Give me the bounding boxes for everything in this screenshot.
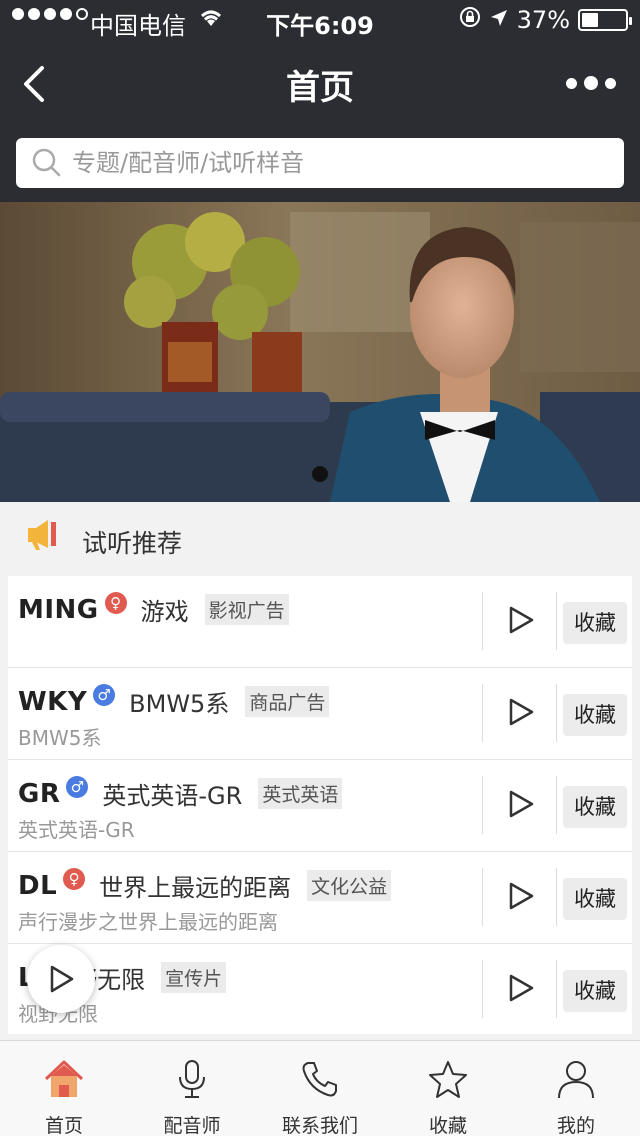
play-icon[interactable] (506, 788, 536, 820)
tab-label: 首页 (44, 1115, 83, 1136)
tab-label: 收藏 (428, 1115, 467, 1136)
search-icon (32, 148, 61, 177)
voice-artist-name[interactable]: DL (18, 871, 57, 901)
orientation-lock-icon (459, 6, 481, 34)
favorite-button[interactable]: 收藏 (563, 694, 627, 736)
work-title: 世界上最远的距离 (99, 874, 292, 902)
list-item[interactable]: GR ♂ 英式英语-GR 英式英语 英式英语-GR 收藏 (8, 760, 632, 852)
tab-microphone[interactable]: 配音师 (128, 1041, 256, 1136)
male-icon: ♂ (66, 775, 89, 798)
work-subtitle: 英式英语-GR (18, 818, 135, 842)
list-item[interactable]: DL ♀ 世界上最远的距离 文化公益声行漫步之世界上最远的距离 收藏 (8, 852, 632, 944)
voice-artist-name[interactable]: WKY (18, 687, 87, 717)
divider (482, 592, 483, 650)
divider (556, 776, 557, 834)
favorite-button[interactable]: 收藏 (563, 878, 627, 920)
search-area (0, 128, 640, 202)
phone-icon (302, 1062, 337, 1097)
category-tag: 宣传片 (161, 962, 227, 993)
tab-label: 联系我们 (281, 1115, 358, 1136)
play-icon[interactable] (506, 696, 536, 728)
male-icon: ♂ (93, 683, 116, 706)
banner-image[interactable] (0, 202, 640, 502)
divider (482, 776, 483, 834)
section-header: 试听推荐 (0, 502, 640, 576)
category-tag: 商品广告 (245, 686, 330, 717)
star-icon (429, 1061, 467, 1098)
list-item[interactable]: WKY ♂ BMW5系 商品广告 BMW5系 收藏 (8, 668, 632, 760)
tab-home[interactable]: 首页 (0, 1041, 128, 1136)
divider (556, 868, 557, 926)
list-item[interactable]: L视野无限宣传片视野无限收藏 (8, 944, 632, 1034)
divider (482, 960, 483, 1018)
page-title: 首页 (286, 68, 354, 108)
voice-artist-name[interactable]: GR (18, 779, 60, 809)
tab-star[interactable]: 收藏 (384, 1041, 512, 1136)
status-bar: 中国电信 下午6:09 37% (0, 0, 640, 40)
battery-percent: 37% (516, 6, 570, 34)
more-button[interactable] (566, 76, 616, 90)
play-icon[interactable] (506, 604, 536, 636)
favorite-button[interactable]: 收藏 (563, 970, 627, 1012)
carousel-indicator[interactable] (312, 466, 328, 482)
female-icon: ♀ (104, 591, 127, 614)
play-icon[interactable] (506, 880, 536, 912)
divider (556, 960, 557, 1018)
female-icon: ♀ (63, 867, 86, 890)
work-subtitle: 声行漫步之世界上最远的距离 (18, 910, 278, 934)
category-tag: 影视广告 (204, 594, 289, 625)
home-icon (44, 1060, 84, 1097)
list-item[interactable]: MING ♀ 游戏 影视广告 收藏 (8, 576, 632, 668)
favorite-button[interactable]: 收藏 (563, 602, 627, 644)
category-tag: 文化公益 (307, 870, 392, 901)
divider (482, 684, 483, 742)
play-icon (50, 965, 74, 993)
work-title: 游戏 (140, 598, 189, 626)
divider (482, 868, 483, 926)
user-icon (558, 1061, 594, 1099)
location-icon (489, 6, 509, 34)
tab-bar: 首页 配音师 联系我们 收藏 我的 (0, 1040, 640, 1136)
section-title: 试听推荐 (82, 529, 183, 558)
navigation-bar: 首页 (0, 40, 640, 128)
category-tag: 英式英语 (258, 778, 343, 809)
divider (556, 684, 557, 742)
search-box[interactable] (16, 138, 624, 188)
tab-user[interactable]: 我的 (512, 1041, 640, 1136)
battery-icon (578, 9, 632, 31)
voice-artist-name[interactable]: MING (18, 595, 99, 625)
divider (556, 592, 557, 650)
megaphone-icon (28, 520, 56, 550)
tab-label: 我的 (556, 1115, 595, 1136)
floating-play-button[interactable] (27, 945, 95, 1013)
search-input[interactable] (72, 149, 592, 177)
favorite-button[interactable]: 收藏 (563, 786, 627, 828)
play-icon[interactable] (506, 972, 536, 1004)
recommend-list: MING ♀ 游戏 影视广告 收藏 WKY ♂ BMW5系 商品广告 BMW5系 收藏 GR ♂ 英式英语… (8, 576, 632, 1034)
work-subtitle: BMW5系 (18, 726, 102, 750)
microphone-icon (179, 1060, 205, 1098)
tab-label: 配音师 (163, 1115, 221, 1136)
banner-photo (0, 202, 640, 502)
work-title: 英式英语-GR (102, 782, 243, 810)
work-title: BMW5系 (129, 690, 230, 718)
tab-phone[interactable]: 联系我们 (256, 1041, 384, 1136)
